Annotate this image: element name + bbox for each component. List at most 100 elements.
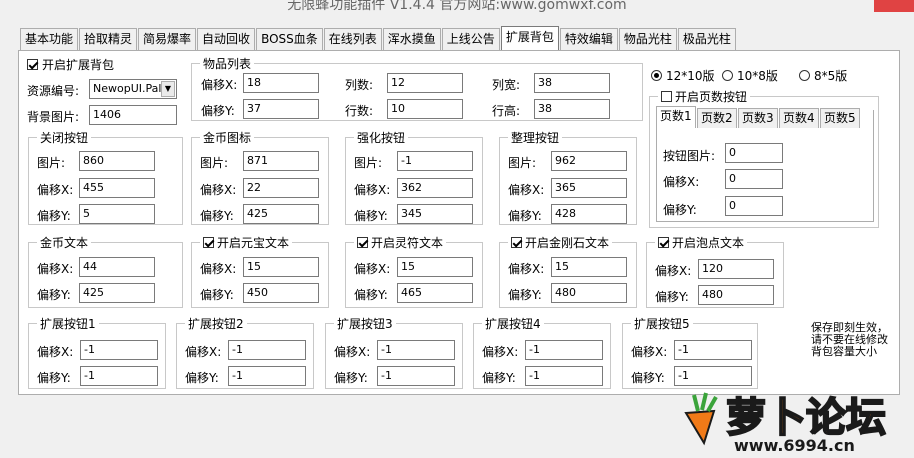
ext-button-2-group: 扩展按钮2 偏移X: -1 偏移Y: -1: [176, 315, 314, 389]
yuanbao-text-title[interactable]: 开启元宝文本: [200, 234, 293, 251]
tab-page3[interactable]: 页数3: [738, 108, 778, 128]
bubble-y-input[interactable]: 480: [698, 285, 774, 305]
ext4-y-input[interactable]: -1: [525, 366, 603, 386]
strengthen-img-input[interactable]: -1: [397, 151, 473, 171]
version-10x8[interactable]: 10*8版: [722, 67, 778, 84]
radio-12x10[interactable]: [651, 70, 662, 81]
bubble-y-label: 偏移Y:: [655, 290, 689, 304]
strengthen-y-label: 偏移Y:: [354, 209, 388, 223]
ext1-x-input[interactable]: -1: [80, 340, 158, 360]
close-img-input[interactable]: 860: [79, 151, 155, 171]
diamond-text-title[interactable]: 开启金刚石文本: [508, 234, 613, 251]
bubble-checkbox[interactable]: [658, 237, 669, 248]
lingfu-checkbox[interactable]: [357, 237, 368, 248]
item-offset-x-input[interactable]: 18: [243, 73, 319, 93]
diamond-x-input[interactable]: 15: [551, 257, 627, 277]
yuanbao-y-input[interactable]: 450: [243, 283, 319, 303]
strengthen-x-input[interactable]: 362: [397, 178, 473, 198]
gold-x-input[interactable]: 22: [243, 178, 319, 198]
col-width-input[interactable]: 38: [534, 73, 610, 93]
sort-y-input[interactable]: 428: [551, 204, 627, 224]
version-12x10[interactable]: 12*10版: [651, 67, 715, 84]
version-8x5[interactable]: 8*5版: [799, 67, 847, 84]
page-img-input[interactable]: 0: [725, 143, 783, 163]
ext2-x-input[interactable]: -1: [228, 340, 306, 360]
gold-y-input[interactable]: 425: [243, 204, 319, 224]
title-bar: 无限蜂功能插件 V1.4.4 官方网站:www.gomwxf.com: [0, 0, 914, 14]
tab-ext-bag[interactable]: 扩展背包: [500, 26, 559, 50]
page-button-title[interactable]: 开启页数按钮: [658, 88, 751, 105]
bg-image-input[interactable]: 1406: [89, 105, 177, 125]
close-x-input[interactable]: 455: [79, 178, 155, 198]
tab-droprate[interactable]: 简易爆率: [138, 28, 197, 50]
ext3-x-input[interactable]: -1: [377, 340, 455, 360]
close-button-title: 关闭按钮: [37, 129, 92, 146]
row-height-input[interactable]: 38: [534, 99, 610, 119]
ext2-y-input[interactable]: -1: [228, 366, 306, 386]
lingfu-text-title[interactable]: 开启灵符文本: [354, 234, 447, 251]
tab-page2[interactable]: 页数2: [697, 108, 737, 128]
ext4-x-label: 偏移X:: [482, 345, 519, 359]
gold-text-y-input[interactable]: 425: [79, 283, 155, 303]
ext-button-1-group: 扩展按钮1 偏移X: -1 偏移Y: -1: [28, 315, 166, 389]
ext3-y-label: 偏移Y:: [334, 371, 368, 385]
ext1-y-input[interactable]: -1: [80, 366, 158, 386]
tab-fishing[interactable]: 浑水摸鱼: [382, 28, 441, 50]
gold-text-x-input[interactable]: 44: [79, 257, 155, 277]
diamond-text-group: 开启金刚石文本 偏移X: 15 偏移Y: 480: [499, 234, 637, 308]
tab-login-notice[interactable]: 上线公告: [441, 28, 500, 50]
item-list-group: 物品列表 偏移X: 18 偏移Y: 37 列数: 12 行数: 10 列宽: 3…: [191, 55, 643, 121]
lingfu-x-label: 偏移X:: [354, 262, 391, 276]
close-img-label: 图片:: [37, 156, 66, 170]
strengthen-y-input[interactable]: 345: [397, 204, 473, 224]
page-y-input[interactable]: 0: [725, 196, 783, 216]
sort-button-group: 整理按钮 图片: 962 偏移X: 365 偏移Y: 428: [499, 129, 637, 225]
tab-online-list[interactable]: 在线列表: [323, 28, 382, 50]
radio-10x8[interactable]: [722, 70, 733, 81]
lingfu-y-input[interactable]: 465: [397, 283, 473, 303]
page-x-input[interactable]: 0: [725, 169, 783, 189]
resource-select[interactable]: NewopUI.Pal ▼: [89, 79, 177, 99]
tab-page1[interactable]: 页数1: [656, 106, 696, 128]
diamond-checkbox[interactable]: [511, 237, 522, 248]
tab-recycle[interactable]: 自动回收: [197, 28, 256, 50]
bubble-text-title[interactable]: 开启泡点文本: [655, 234, 748, 251]
chevron-down-icon[interactable]: ▼: [161, 81, 175, 97]
tab-page5[interactable]: 页数5: [820, 108, 860, 128]
tab-boss-hp[interactable]: BOSS血条: [256, 28, 323, 50]
ext5-y-input[interactable]: -1: [674, 366, 752, 386]
yuanbao-checkbox[interactable]: [203, 237, 214, 248]
yuanbao-x-input[interactable]: 15: [243, 257, 319, 277]
tab-rare-beam[interactable]: 极品光柱: [677, 28, 736, 50]
tab-pickup[interactable]: 拾取精灵: [79, 28, 138, 50]
radio-8x5[interactable]: [799, 70, 810, 81]
ext3-y-input[interactable]: -1: [377, 366, 455, 386]
page-button-group: 开启页数按钮 页数1 页数2 页数3 页数4 页数5 按钮图片: 0 偏移X: …: [649, 88, 879, 228]
enable-bag-row[interactable]: 开启扩展背包: [27, 56, 114, 73]
tab-basic[interactable]: 基本功能: [20, 28, 79, 50]
ext5-x-input[interactable]: -1: [674, 340, 752, 360]
tab-effect-edit[interactable]: 特效编辑: [559, 28, 618, 50]
ext4-x-input[interactable]: -1: [525, 340, 603, 360]
gold-icon-title: 金币图标: [200, 129, 255, 146]
strengthen-button-group: 强化按钮 图片: -1 偏移X: 362 偏移Y: 345: [345, 129, 483, 225]
close-window-button[interactable]: [874, 0, 914, 12]
enable-bag-checkbox[interactable]: [27, 59, 38, 70]
item-offset-y-input[interactable]: 37: [243, 99, 319, 119]
window-title: 无限蜂功能插件 V1.4.4 官方网站:www.gomwxf.com: [287, 0, 627, 13]
tab-item-beam[interactable]: 物品光柱: [618, 28, 677, 50]
lingfu-x-input[interactable]: 15: [397, 257, 473, 277]
cols-input[interactable]: 12: [387, 73, 463, 93]
close-y-input[interactable]: 5: [79, 204, 155, 224]
strengthen-img-label: 图片:: [354, 156, 383, 170]
diamond-y-input[interactable]: 480: [551, 283, 627, 303]
sort-x-input[interactable]: 365: [551, 178, 627, 198]
bubble-x-input[interactable]: 120: [698, 259, 774, 279]
gold-img-input[interactable]: 871: [243, 151, 319, 171]
tab-page4[interactable]: 页数4: [779, 108, 819, 128]
rows-input[interactable]: 10: [387, 99, 463, 119]
gold-img-label: 图片:: [200, 156, 229, 170]
watermark-url: www.6994.cn: [734, 436, 855, 455]
page-button-checkbox[interactable]: [661, 91, 672, 102]
sort-img-input[interactable]: 962: [551, 151, 627, 171]
